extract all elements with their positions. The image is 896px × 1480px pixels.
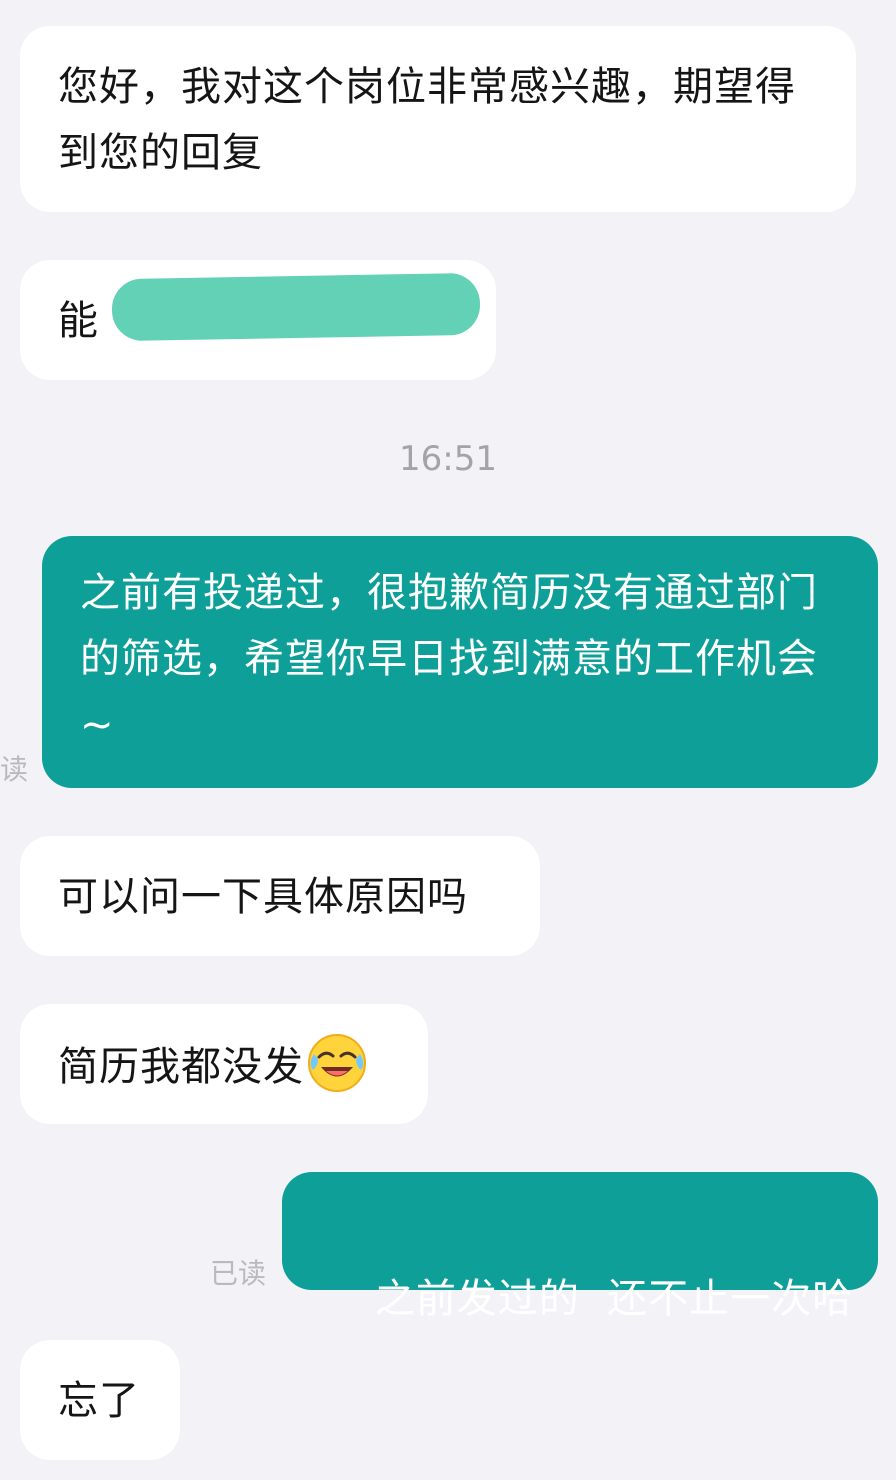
message-bubble-outgoing[interactable]: 之前有投递过，很抱歉简历没有通过部门的筛选，希望你早日找到满意的工作机会~ <box>42 536 878 788</box>
message-bubble-incoming[interactable]: 可以问一下具体原因吗 <box>20 836 540 956</box>
message-text: 能 <box>58 298 99 344</box>
message-text: 之前发过的 还不止一次哈 <box>374 1276 854 1322</box>
read-status-partial: 读 <box>0 753 29 786</box>
message-bubble-incoming[interactable]: 忘了 <box>20 1340 180 1460</box>
message-text: 您好，我对这个岗位非常感兴趣，期望得到您的回复 <box>58 64 796 176</box>
timestamp: 16:51 <box>399 439 497 479</box>
message-bubble-incoming[interactable]: 简历我都没发 <box>20 1004 428 1124</box>
message-bubble-incoming[interactable]: 您好，我对这个岗位非常感兴趣，期望得到您的回复 <box>20 26 856 212</box>
message-text: 简历我都没发 <box>58 1044 304 1090</box>
redaction-mark <box>111 272 481 342</box>
message-text: 可以问一下具体原因吗 <box>58 874 468 920</box>
laughing-tears-emoji-icon <box>306 1032 368 1094</box>
read-status: 已读 <box>210 1257 267 1290</box>
message-text: 之前有投递过，很抱歉简历没有通过部门的筛选，希望你早日找到满意的工作机会~ <box>80 570 818 748</box>
message-text: 忘了 <box>58 1378 140 1424</box>
message-bubble-outgoing[interactable]: 之前发过的 还不止一次哈 <box>282 1172 878 1322</box>
